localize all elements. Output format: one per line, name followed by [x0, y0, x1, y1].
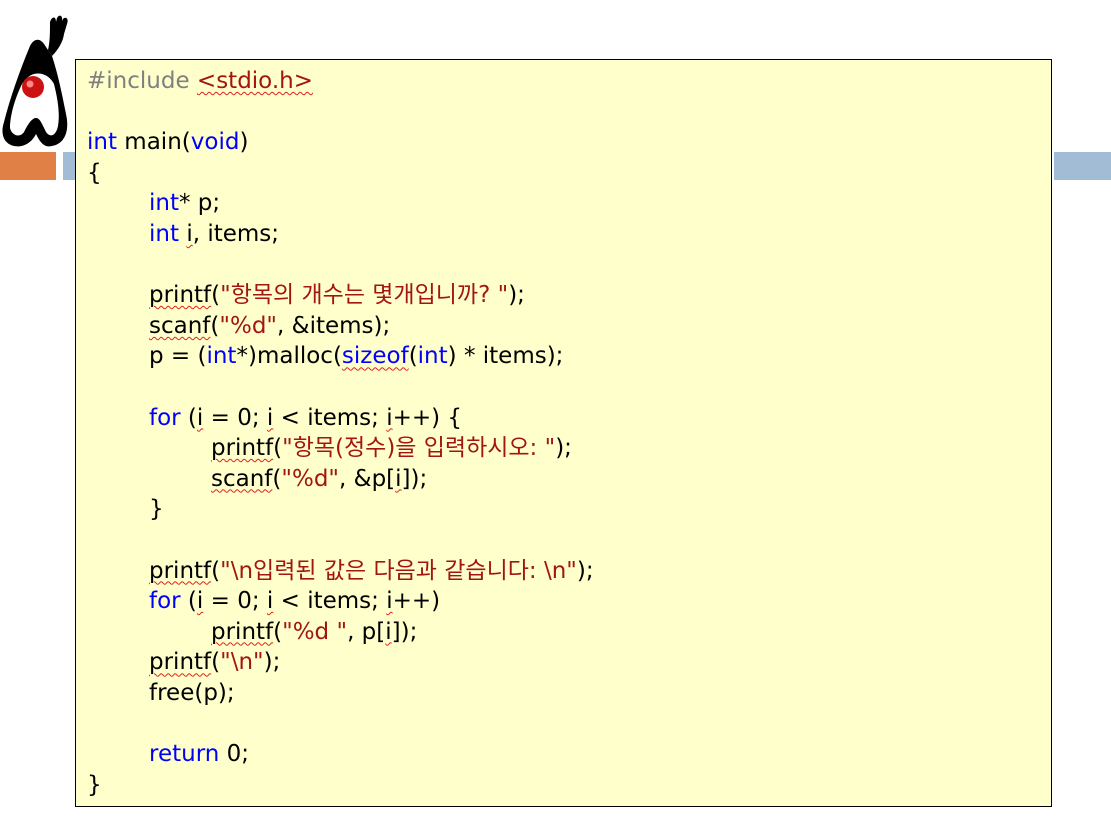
keyword: for	[149, 404, 181, 431]
code-line-20: printf("\n");	[87, 647, 1051, 678]
code-line-13: printf("항목(정수)을 입력하시오: ");	[87, 433, 1051, 464]
code-text: )	[239, 129, 249, 156]
code-text: main(	[117, 129, 191, 156]
code-line-10: p = (int*)malloc(sizeof(int) * items);	[87, 341, 1051, 372]
keyword: int	[149, 190, 179, 217]
code-line-3: int main(void)	[87, 127, 1051, 158]
code-text: );	[508, 282, 525, 309]
keyword: int	[149, 220, 179, 247]
code-line-21: free(p);	[87, 678, 1051, 709]
code-text: = 0;	[203, 404, 267, 431]
code-text: ++) {	[392, 404, 463, 431]
code-line-6: int i, items;	[87, 219, 1051, 250]
code-text: );	[263, 649, 281, 676]
code-text: (	[273, 618, 283, 645]
code-listing: #include <stdio.h> int main(void) { int*…	[75, 59, 1052, 807]
code-text: }	[149, 496, 164, 523]
keyword: for	[149, 588, 181, 615]
code-text: (	[180, 404, 197, 431]
function-name: printf	[149, 557, 212, 584]
string-literal: "항목(정수)을 입력하시오: "	[282, 435, 556, 462]
string-literal: "\n"	[220, 649, 264, 676]
code-text: );	[555, 435, 572, 462]
code-line-24: }	[87, 770, 1051, 801]
function-name: scanf	[149, 312, 211, 339]
keyword: void	[190, 129, 240, 156]
string-literal: "%d "	[282, 618, 348, 645]
code-line-12: for (i = 0; i < items; i++) {	[87, 403, 1051, 434]
code-text: ++)	[392, 588, 441, 615]
code-text: * p;	[179, 190, 221, 217]
code-line-5: int* p;	[87, 188, 1051, 219]
code-line-18: for (i = 0; i < items; i++)	[87, 586, 1051, 617]
keyword: sizeof	[341, 343, 409, 370]
code-line-15: }	[87, 494, 1051, 525]
code-text: }	[87, 771, 102, 798]
code-line-14: scanf("%d", &p[i]);	[87, 464, 1051, 495]
string-literal: "\n입력된 값은 다음과 같습니다: \n"	[220, 557, 577, 584]
function-name: scanf	[211, 465, 273, 492]
code-text: 0;	[219, 741, 250, 768]
keyword: int	[87, 129, 117, 156]
code-text: ]);	[391, 618, 418, 645]
code-text: {	[87, 159, 102, 186]
code-line-17: printf("\n입력된 값은 다음과 같습니다: \n");	[87, 556, 1051, 587]
code-line-1: #include <stdio.h>	[87, 66, 1051, 97]
code-text: ]);	[401, 465, 428, 492]
code-text: < items;	[273, 404, 387, 431]
function-name: printf	[149, 649, 212, 676]
code-text: (	[180, 588, 197, 615]
code-text: free(p);	[149, 679, 235, 706]
duke-waving-icon	[2, 15, 68, 147]
function-name: printf	[211, 618, 274, 645]
function-name: printf	[211, 435, 274, 462]
code-text: (	[408, 343, 418, 370]
code-text: , p[	[347, 618, 386, 645]
code-line-4: {	[87, 158, 1051, 189]
keyword: return	[149, 741, 220, 768]
accent-bar-orange	[0, 152, 56, 180]
code-line-9: scanf("%d", &items);	[87, 311, 1051, 342]
header-name: <stdio.h>	[196, 68, 314, 94]
code-text: ) * items);	[447, 343, 564, 370]
function-name: printf	[149, 282, 212, 309]
accent-bar-blue-right	[1054, 152, 1111, 180]
keyword: int	[417, 343, 448, 370]
code-line-8: printf("항목의 개수는 몇개입니까? ");	[87, 280, 1051, 311]
code-line-23: return 0;	[87, 739, 1051, 770]
code-text: (	[211, 649, 221, 676]
code-text: p = (	[149, 343, 207, 370]
code-text: (	[211, 282, 221, 309]
string-literal: "항목의 개수는 몇개입니까? "	[220, 282, 509, 309]
preprocessor-directive: #include	[87, 68, 197, 94]
code-text: < items;	[273, 588, 387, 615]
string-literal: "%d"	[281, 465, 340, 492]
code-text: = 0;	[203, 588, 267, 615]
code-text: );	[576, 557, 594, 584]
string-literal: "%d"	[219, 312, 278, 339]
code-text: , items;	[192, 220, 280, 247]
code-text: , &items);	[277, 312, 391, 339]
keyword: int	[206, 343, 237, 370]
code-text: (	[273, 435, 283, 462]
code-text: *)malloc(	[236, 343, 342, 370]
code-text: (	[211, 557, 221, 584]
code-text: , &p[	[339, 465, 396, 492]
code-line-19: printf("%d ", p[i]);	[87, 617, 1051, 648]
